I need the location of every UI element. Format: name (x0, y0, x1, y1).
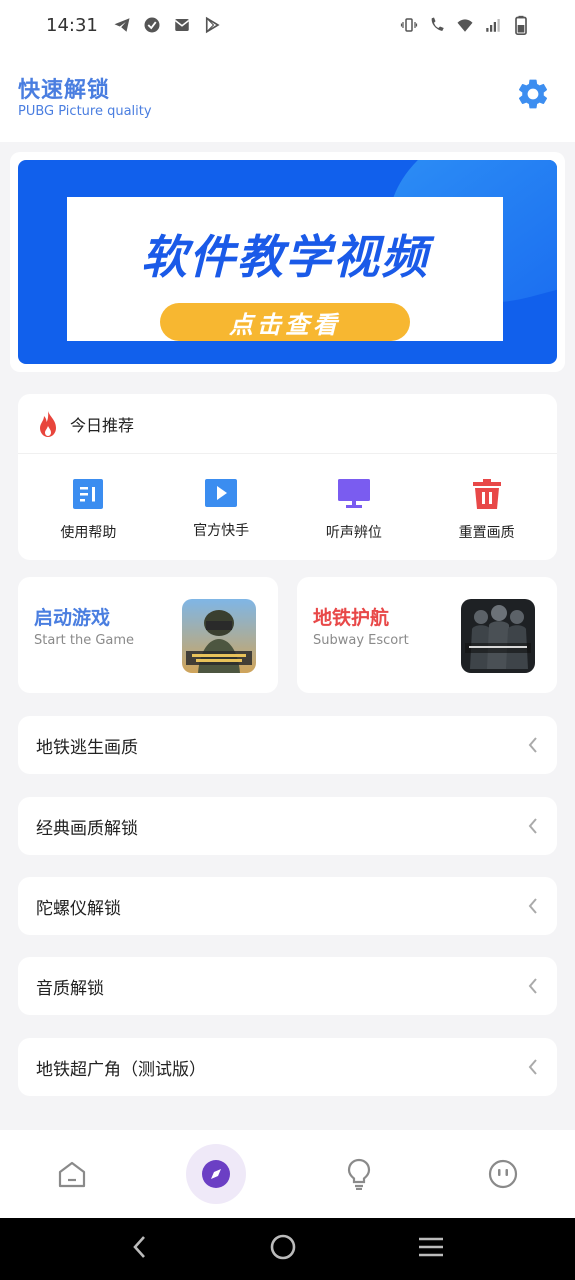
menu-label: 地铁逃生画质 (36, 737, 138, 758)
start-game-card[interactable]: 启动游戏 Start the Game (18, 577, 278, 693)
pubg-game-thumbnail (182, 599, 256, 673)
system-back-button[interactable] (130, 1234, 150, 1264)
signal-icon (483, 15, 503, 35)
chevron-left-icon (528, 898, 537, 914)
menu-label: 陀螺仪解锁 (36, 898, 121, 919)
flame-icon (40, 410, 56, 437)
subway-escort-card[interactable]: 地铁护航 Subway Escort (297, 577, 557, 693)
banner-inner: 软件教学视频 点击查看 (67, 197, 503, 341)
gear-icon (518, 79, 548, 109)
nav-discover[interactable] (185, 1144, 246, 1204)
help-button[interactable]: 使用帮助 (28, 478, 148, 542)
official-kuaishou-button[interactable]: 官方快手 (161, 478, 281, 542)
sound-locate-label: 听声辨位 (325, 525, 382, 541)
help-label: 使用帮助 (60, 525, 117, 541)
menu-item-gyroscope[interactable]: 陀螺仪解锁 (18, 877, 557, 935)
profile-face-icon (489, 1159, 518, 1189)
reset-quality-button[interactable]: 重置画质 (427, 478, 547, 542)
system-nav-bar (0, 1218, 575, 1280)
play-icon (205, 479, 238, 507)
recommend-header: 今日推荐 (18, 394, 557, 454)
nav-home[interactable] (42, 1144, 102, 1204)
home-circle-icon (271, 1234, 296, 1260)
banner-headline: 软件教学视频 (141, 230, 429, 284)
recommend-title: 今日推荐 (70, 415, 135, 435)
system-home-button[interactable] (269, 1233, 297, 1265)
menu-item-sound-quality[interactable]: 音质解锁 (18, 957, 557, 1015)
menu-label: 地铁超广角（测试版） (36, 1059, 206, 1080)
mail-icon (172, 15, 192, 35)
start-game-subtitle: Start the Game (34, 633, 135, 648)
wifi-icon (455, 15, 475, 35)
menu-item-classic-quality[interactable]: 经典画质解锁 (18, 797, 557, 855)
telegram-icon (112, 15, 132, 35)
subway-escort-thumbnail (461, 599, 535, 673)
menu-label: 经典画质解锁 (36, 818, 138, 839)
home-icon (58, 1161, 85, 1188)
lightbulb-icon (348, 1158, 371, 1190)
trash-icon (472, 479, 501, 509)
start-game-title: 启动游戏 (34, 607, 111, 629)
recommend-card: 今日推荐 使用帮助 官方快手 听声辨位 重置画质 (18, 394, 557, 560)
app-subtitle: PUBG Picture quality (18, 104, 152, 119)
status-bar: 14:31 (0, 0, 575, 50)
reset-quality-label: 重置画质 (458, 525, 515, 541)
status-time: 14:31 (46, 14, 98, 36)
recommend-grid: 使用帮助 官方快手 听声辨位 重置画质 (18, 454, 557, 542)
menu-label: 音质解锁 (36, 978, 104, 999)
wifi-call-icon (427, 15, 447, 35)
vibrate-icon (399, 15, 419, 35)
chevron-left-icon (528, 818, 537, 834)
nav-profile[interactable] (473, 1144, 533, 1204)
nav-ideas[interactable] (329, 1144, 389, 1204)
menu-item-subway-wide-angle[interactable]: 地铁超广角（测试版） (18, 1038, 557, 1096)
settings-button[interactable] (515, 76, 551, 112)
chevron-left-icon (528, 737, 537, 753)
monitor-icon (337, 479, 370, 508)
sound-locate-button[interactable]: 听声辨位 (294, 478, 414, 542)
banner-card: 软件教学视频 点击查看 (10, 152, 565, 372)
battery-icon (511, 15, 531, 35)
back-icon (133, 1236, 145, 1258)
subway-escort-title: 地铁护航 (313, 607, 390, 629)
tutorial-video-banner[interactable]: 软件教学视频 点击查看 (18, 160, 557, 364)
app-title: 快速解锁 (18, 78, 111, 103)
system-recents-button[interactable] (417, 1235, 445, 1263)
official-kuaishou-label: 官方快手 (193, 523, 250, 539)
compass-icon (201, 1160, 230, 1188)
document-icon (73, 479, 104, 509)
banner-cta-button[interactable]: 点击查看 (160, 303, 410, 341)
check-circle-icon (142, 15, 162, 35)
chevron-left-icon (528, 1059, 537, 1075)
subway-escort-subtitle: Subway Escort (313, 633, 409, 648)
bottom-nav (0, 1130, 575, 1218)
play-store-icon (202, 15, 222, 35)
menu-lines-icon (419, 1237, 444, 1257)
chevron-left-icon (528, 978, 537, 994)
menu-item-subway-quality[interactable]: 地铁逃生画质 (18, 716, 557, 774)
app-header: 快速解锁 PUBG Picture quality (0, 50, 575, 142)
